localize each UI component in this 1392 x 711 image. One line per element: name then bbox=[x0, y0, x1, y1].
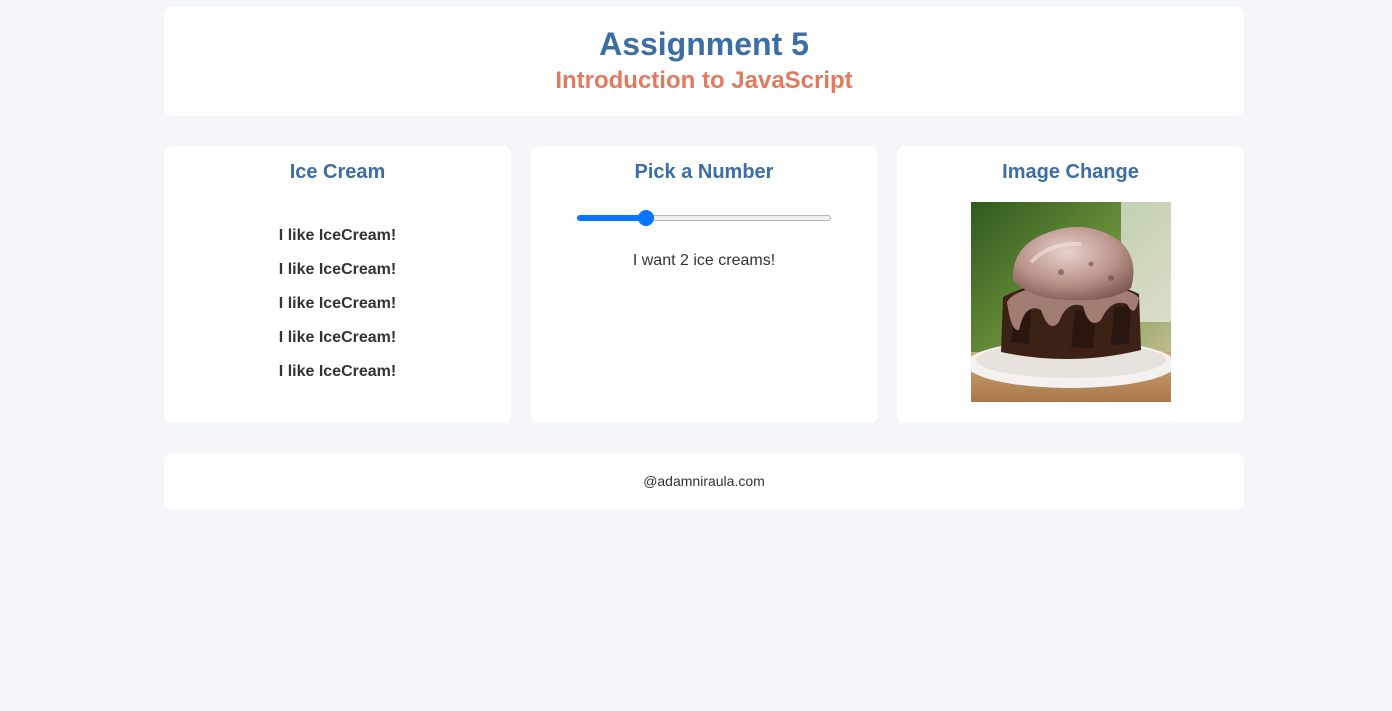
header-card: Assignment 5 Introduction to JavaScript bbox=[164, 7, 1244, 116]
footer-text[interactable]: @adamniraula.com bbox=[643, 473, 765, 489]
ice-cream-line: I like IceCream! bbox=[278, 329, 397, 346]
page-container: Assignment 5 Introduction to JavaScript … bbox=[164, 7, 1244, 509]
ice-cream-line: I like IceCream! bbox=[278, 261, 397, 278]
number-slider[interactable] bbox=[577, 210, 831, 226]
page-title: Assignment 5 bbox=[599, 26, 809, 62]
slider-thumb[interactable] bbox=[637, 210, 654, 226]
image-change-heading: Image Change bbox=[1002, 161, 1139, 183]
ice-cream-brownie-image[interactable] bbox=[970, 202, 1171, 402]
slider-area bbox=[531, 210, 878, 226]
ice-cream-line: I like IceCream! bbox=[278, 363, 397, 380]
image-change-panel: Image Change bbox=[897, 146, 1244, 423]
ice-cream-list: I like IceCream! I like IceCream! I like… bbox=[164, 227, 511, 397]
page-subtitle: Introduction to JavaScript bbox=[555, 67, 853, 94]
ice-cream-line: I like IceCream! bbox=[278, 295, 397, 312]
ice-cream-line: I like IceCream! bbox=[278, 227, 397, 244]
panels-row: Ice Cream I like IceCream! I like IceCre… bbox=[164, 146, 1244, 423]
ice-cream-heading: Ice Cream bbox=[289, 161, 386, 183]
slider-fill bbox=[577, 215, 646, 221]
footer-card: @adamniraula.com bbox=[164, 453, 1244, 509]
pick-number-panel: Pick a Number I want 2 ice creams! bbox=[530, 146, 878, 423]
pick-number-heading: Pick a Number bbox=[634, 161, 774, 183]
slider-message: I want 2 ice creams! bbox=[632, 252, 776, 269]
ice-cream-panel: Ice Cream I like IceCream! I like IceCre… bbox=[164, 146, 511, 423]
